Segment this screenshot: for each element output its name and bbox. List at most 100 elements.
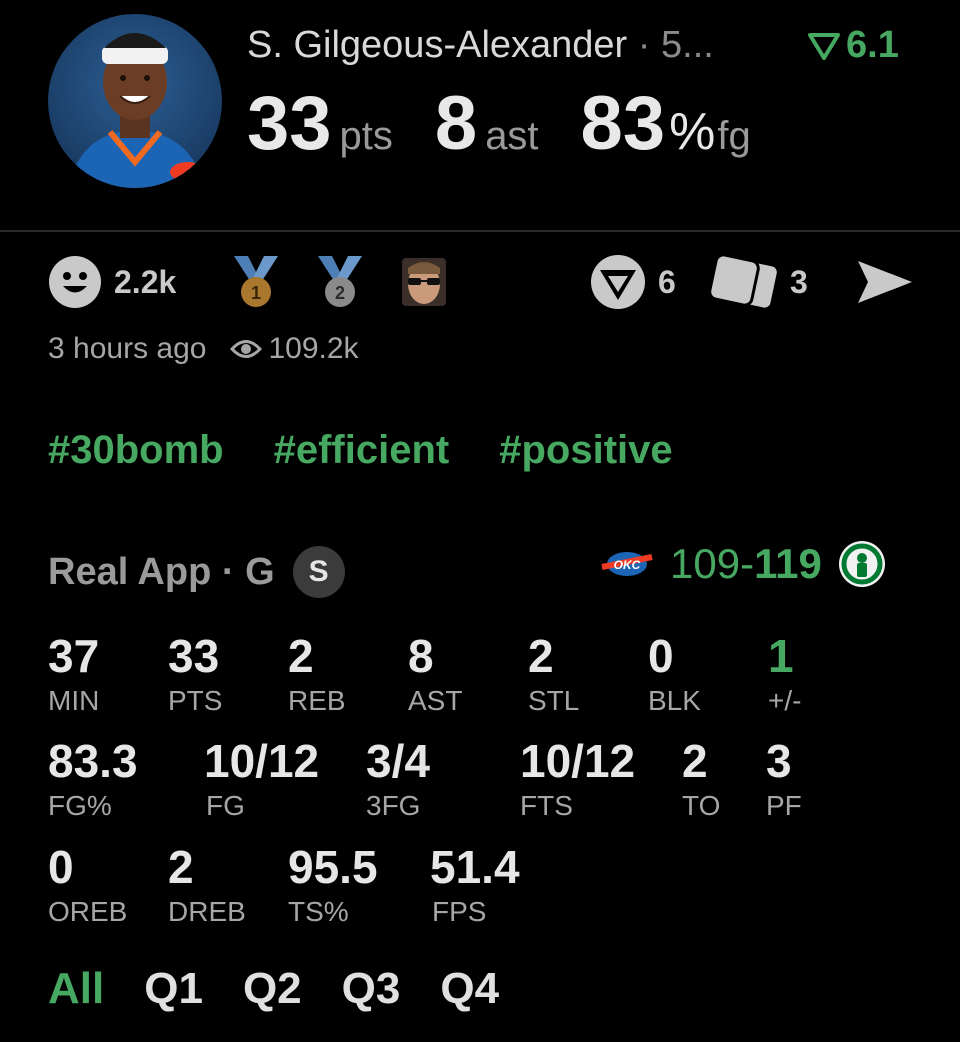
rating-value: 6.1	[846, 24, 899, 66]
stat-value: 37	[48, 630, 100, 682]
stat-label: FG%	[48, 790, 112, 821]
rating-logo-icon	[808, 32, 840, 60]
stat-label: +/-	[768, 685, 802, 716]
header-divider	[0, 230, 960, 232]
stat-ast: 8 AST	[408, 633, 462, 717]
stat-label: DREB	[168, 896, 246, 927]
stat-label: BLK	[648, 685, 701, 716]
reaction-smile[interactable]: 2.2k	[48, 254, 176, 310]
tab-q4[interactable]: Q4	[440, 964, 499, 1014]
smile-count: 2.2k	[114, 263, 177, 300]
hashtags: #30bomb #efficient #positive	[48, 428, 673, 473]
svg-text:2: 2	[335, 283, 345, 303]
stat-3fg: 3/4 3FG	[366, 738, 430, 822]
stat-label: TO	[682, 790, 721, 821]
tab-q3[interactable]: Q3	[342, 964, 401, 1014]
game-score[interactable]: OKC 109-119	[600, 540, 886, 588]
stat-value: 51.4	[430, 841, 520, 893]
stat-dreb: 2 DREB	[168, 844, 246, 928]
stat-to: 2 TO	[682, 738, 720, 822]
stat-label: PF	[766, 790, 802, 821]
post-meta: 3 hours ago 109.2k	[48, 332, 359, 366]
stat-value: 8	[408, 630, 434, 682]
stat-value: 2	[168, 841, 194, 893]
stat-value: 0	[648, 630, 674, 682]
stat-reb: 2 REB	[288, 633, 346, 717]
comments-count: 6	[658, 263, 676, 300]
share-button[interactable]	[856, 254, 914, 310]
silver-medal-icon: 2	[318, 256, 362, 307]
time-ago: 3 hours ago	[48, 332, 207, 365]
headline-pts-value: 33	[247, 81, 332, 166]
hashtag[interactable]: #efficient	[274, 428, 450, 473]
comments-logo-icon	[591, 255, 645, 309]
stat-fg-pct: 83.3 FG%	[48, 738, 138, 822]
stat-value: 3	[766, 735, 792, 787]
stat-value: 95.5	[288, 841, 378, 893]
gold-medal-icon: 1	[234, 256, 278, 307]
source-badge[interactable]: S	[292, 546, 345, 598]
stat-label: PTS	[168, 685, 223, 716]
stat-min: 37 MIN	[48, 633, 99, 717]
hashtag[interactable]: #30bomb	[48, 428, 224, 473]
headline-fg-label: fg	[717, 114, 751, 158]
stat-value: 0	[48, 841, 74, 893]
player-position: G	[245, 550, 275, 593]
stat-label: STL	[528, 685, 580, 716]
tab-q2[interactable]: Q2	[243, 964, 302, 1014]
stat-value: 10/12	[520, 735, 636, 787]
views: 109.2k	[230, 332, 359, 366]
stat-label: 3FG	[366, 790, 421, 821]
score-text: 109-119	[670, 540, 822, 588]
name-separator: ·	[637, 24, 661, 66]
stat-pts: 33 PTS	[168, 633, 222, 717]
svg-text:1: 1	[251, 283, 261, 303]
quarter-tabs: All Q1 Q2 Q3 Q4	[48, 964, 499, 1014]
sunglasses-face-icon	[402, 258, 446, 306]
stat-value: 1	[768, 630, 794, 682]
cards-button[interactable]: 3	[708, 254, 808, 310]
stat-label: FG	[206, 790, 245, 821]
cards-icon	[708, 255, 777, 308]
player-avatar[interactable]	[48, 14, 222, 188]
silver-medal-badge[interactable]: 2	[314, 254, 366, 310]
stat-value: 2	[682, 735, 708, 787]
player-name: S. Gilgeous-Alexander	[247, 24, 628, 66]
stat-value: 2	[528, 630, 554, 682]
comments-button[interactable]: 6	[590, 254, 676, 310]
stat-value: 33	[168, 630, 220, 682]
eye-icon	[230, 340, 263, 358]
stat-label: AST	[408, 685, 463, 716]
player-name-line[interactable]: S. Gilgeous-Alexander · 5...	[247, 24, 714, 67]
game-source: Real App · G S	[48, 546, 345, 598]
tab-q1[interactable]: Q1	[144, 964, 203, 1014]
gold-medal-badge[interactable]: 1	[230, 254, 282, 310]
stat-value: 2	[288, 630, 314, 682]
stat-label: OREB	[48, 896, 128, 927]
stat-value: 3/4	[366, 735, 430, 787]
player-rating[interactable]: 6.1	[808, 24, 899, 67]
stat-stl: 2 STL	[528, 633, 579, 717]
sunglasses-avatar-reaction[interactable]	[400, 254, 448, 310]
source-name: Real App	[48, 550, 212, 593]
stat-value: 83.3	[48, 735, 138, 787]
stat-label: FTS	[520, 790, 573, 821]
score-right: 119	[754, 540, 822, 587]
source-separator: ·	[211, 550, 246, 593]
score-dash: -	[740, 540, 755, 587]
stat-value: 10/12	[204, 735, 320, 787]
hashtag[interactable]: #positive	[499, 428, 672, 473]
headline-ast-label: ast	[485, 114, 539, 158]
score-left: 109	[670, 540, 741, 587]
player-portrait-icon	[68, 33, 206, 188]
headline-ast-value: 8	[434, 81, 478, 166]
stat-fts: 10/12 FTS	[520, 738, 635, 822]
player-name-suffix: 5...	[661, 24, 714, 66]
stat-label: FPS	[432, 896, 487, 927]
cards-count: 3	[790, 263, 808, 300]
okc-team-logo-icon: OKC	[601, 552, 653, 576]
tab-all[interactable]: All	[48, 964, 104, 1014]
stat-fg: 10/12 FG	[204, 738, 319, 822]
headline-fg-percent: %	[669, 103, 716, 161]
stat-blk: 0 BLK	[648, 633, 701, 717]
